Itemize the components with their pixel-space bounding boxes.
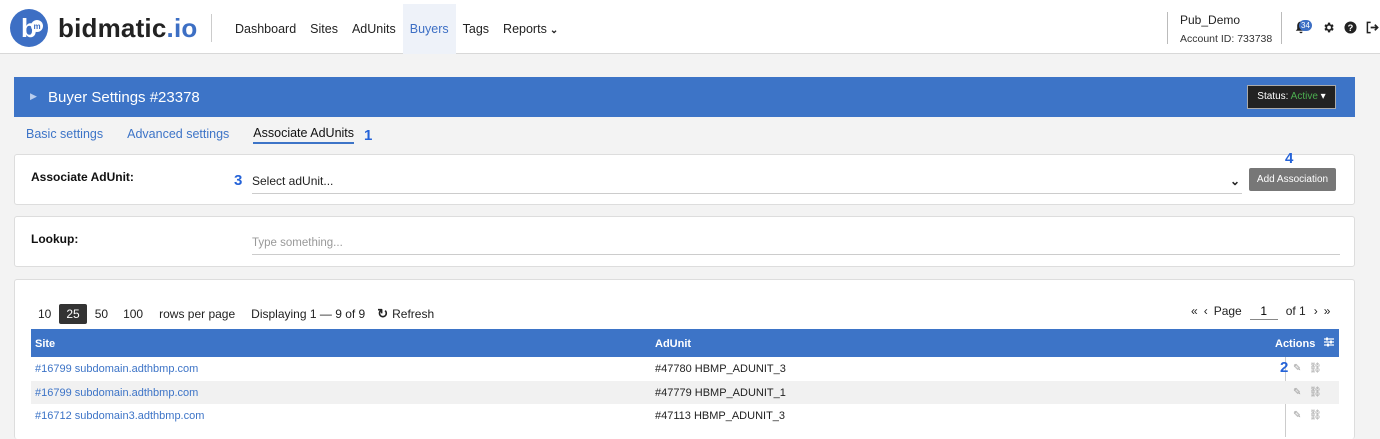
next-page-button[interactable]: › (1314, 304, 1318, 318)
tab-basic-settings[interactable]: Basic settings (26, 127, 103, 143)
bell-icon[interactable]: 34 (1288, 19, 1314, 35)
nav-dashboard[interactable]: Dashboard (228, 4, 303, 54)
displaying-count: Displaying 1 — 9 of 9 (251, 307, 366, 321)
help-glyph: ? (1343, 20, 1357, 34)
last-page-button[interactable]: » (1324, 304, 1331, 318)
nav-sites[interactable]: Sites (303, 4, 345, 54)
buyer-settings-header: ▶ Buyer Settings #23378 Status: Active ▾ (14, 77, 1355, 117)
rows-per-page-label: rows per page (159, 307, 236, 321)
adunit-select[interactable]: Select adUnit... ⌄ (252, 170, 1242, 194)
page-size-10[interactable]: 10 (31, 304, 58, 324)
table-panel: 10 25 50 100 rows per page Displaying 1 … (14, 279, 1355, 439)
column-header-actions: Actions (1275, 338, 1316, 350)
divider (1167, 12, 1168, 44)
unlink-icon[interactable]: ⛓ (1309, 363, 1322, 374)
logo-name: bidmatic (58, 12, 167, 43)
column-header-site[interactable]: Site (35, 338, 55, 350)
tab-associate-adunits[interactable]: Associate AdUnits (253, 126, 355, 144)
logout-icon[interactable] (1364, 19, 1380, 35)
help-icon[interactable]: ? (1342, 19, 1358, 35)
page-size-controls: 10 25 50 100 rows per page Displaying 1 … (31, 304, 434, 324)
adunit-cell: #47113 HBMP_ADUNIT_3 (655, 410, 786, 422)
logo-suffix: .io (166, 12, 198, 43)
page-size-25[interactable]: 25 (59, 304, 87, 324)
chevron-down-icon: ⌄ (1229, 174, 1240, 188)
nav-adunits[interactable]: AdUnits (345, 4, 403, 54)
unlink-icon[interactable]: ⛓ (1309, 410, 1322, 421)
divider (211, 14, 212, 42)
page-number-input[interactable] (1249, 302, 1278, 320)
caret-down-icon: ▾ (1320, 91, 1326, 102)
site-link[interactable]: #16799 subdomain.adthbmp.com (35, 363, 198, 375)
column-settings-icon[interactable] (1324, 336, 1334, 351)
column-header-adunit[interactable]: AdUnit (655, 338, 691, 350)
associations-table: Site AdUnit Actions #16799 subdomain.adt… (31, 329, 1339, 437)
logo-icon: b m (10, 9, 48, 47)
status-value: Active (1290, 91, 1318, 102)
top-navbar: b m bidmatic.io Dashboard Sites AdUnits … (0, 0, 1380, 54)
adunit-select-value: Select adUnit... (252, 174, 334, 188)
sliders-glyph (1324, 337, 1334, 347)
logout-glyph (1366, 21, 1379, 33)
page-size-100[interactable]: 100 (116, 304, 150, 324)
annotation-marker: 1 (364, 126, 373, 144)
gear-glyph (1323, 22, 1334, 32)
annotation-marker: 2 (1280, 359, 1289, 376)
annotation-marker: 3 (234, 172, 243, 189)
table-header: Site AdUnit Actions (31, 329, 1339, 357)
lookup-panel: Lookup: (14, 216, 1355, 267)
nav-buyers[interactable]: Buyers (402, 4, 456, 54)
page-of-total: of 1 (1285, 304, 1306, 318)
settings-tabs: Basic settings Advanced settings Associa… (26, 126, 372, 144)
annotation-marker: 4 (1285, 150, 1294, 167)
account-id: Account ID: 733738 (1180, 33, 1273, 45)
refresh-button[interactable]: ↻ Refresh (377, 306, 434, 322)
site-link[interactable]: #16799 subdomain.adthbmp.com (35, 387, 198, 399)
page-label: Page (1213, 304, 1242, 318)
gear-icon[interactable] (1320, 19, 1336, 35)
edit-icon[interactable]: ✎ (1293, 410, 1301, 421)
unlink-icon[interactable]: ⛓ (1309, 387, 1322, 398)
chevron-down-icon: ⌄ (549, 25, 559, 36)
nav-reports-label: Reports (503, 22, 547, 36)
site-link[interactable]: #16712 subdomain3.adthbmp.com (35, 410, 204, 422)
main-menu: Dashboard Sites AdUnits Buyers Tags Repo… (228, 4, 565, 54)
logo[interactable]: b m bidmatic.io (10, 9, 197, 47)
refresh-icon: ↻ (377, 306, 389, 321)
divider (1281, 12, 1282, 44)
nav-tags[interactable]: Tags (456, 4, 496, 54)
nav-reports[interactable]: Reports ⌄ (496, 4, 565, 54)
adunit-cell: #47779 HBMP_ADUNIT_1 (655, 386, 786, 399)
status-dropdown[interactable]: Status: Active ▾ (1247, 85, 1336, 109)
expand-triangle-icon[interactable]: ▶ (30, 91, 37, 102)
tab-advanced-settings[interactable]: Advanced settings (127, 127, 229, 143)
header-icons: 34 ? (1288, 19, 1380, 35)
table-row: #16799 subdomain.adthbmp.com #47780 HBMP… (31, 357, 1339, 381)
associate-panel: Associate AdUnit: 3 Select adUnit... ⌄ 4… (14, 150, 1355, 205)
lookup-label: Lookup: (31, 232, 79, 246)
page-title: Buyer Settings #23378 (48, 89, 200, 106)
edit-icon[interactable]: ✎ (1293, 387, 1301, 398)
logo-badge: m (31, 20, 43, 32)
pagination: « ‹ Page of 1 › » (1191, 302, 1336, 320)
logo-text: bidmatic.io (58, 13, 197, 44)
account-name[interactable]: Pub_Demo (1180, 13, 1240, 27)
svg-text:?: ? (1347, 22, 1353, 32)
lookup-input[interactable] (252, 231, 1340, 255)
associate-label: Associate AdUnit: (31, 170, 134, 184)
refresh-label: Refresh (392, 307, 435, 321)
notification-badge: 34 (1299, 20, 1312, 31)
edit-icon[interactable]: ✎ (1293, 363, 1301, 374)
page-size-50[interactable]: 50 (88, 304, 115, 324)
prev-page-button[interactable]: ‹ (1204, 304, 1208, 318)
status-label: Status: (1257, 91, 1289, 102)
table-row: #16799 subdomain.adthbmp.com #47779 HBMP… (31, 380, 1339, 404)
add-association-button[interactable]: Add Association (1249, 168, 1336, 191)
adunit-cell: #47780 HBMP_ADUNIT_3 (655, 363, 786, 375)
first-page-button[interactable]: « (1191, 304, 1198, 318)
table-row: #16712 subdomain3.adthbmp.com #47113 HBM… (31, 404, 1339, 428)
